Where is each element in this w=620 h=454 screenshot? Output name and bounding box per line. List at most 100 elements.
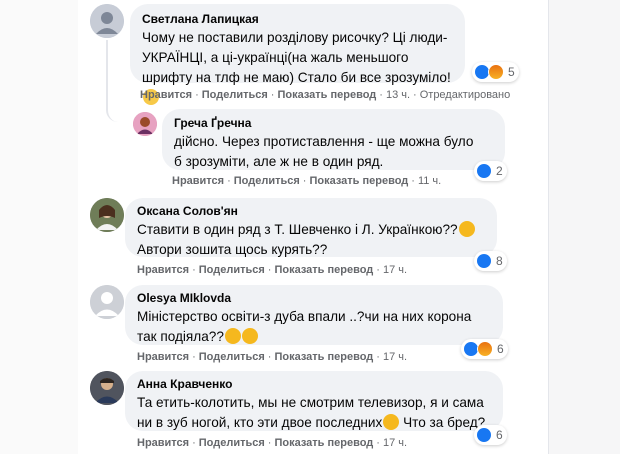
reaction-summary[interactable]: 8: [474, 251, 507, 271]
reaction-summary[interactable]: 5: [472, 62, 519, 82]
avatar-image: [90, 4, 124, 38]
reaction-count: 2: [496, 164, 503, 178]
comment-line: Чому не поставили розділову рисочку? Ці …: [142, 30, 448, 45]
comment-author[interactable]: Анна Кравченко: [137, 376, 491, 392]
avatar[interactable]: [90, 4, 124, 38]
confused-emoji-icon: [241, 328, 258, 344]
separator: ·: [227, 175, 231, 187]
comment-author[interactable]: Olesya MIklovda: [137, 290, 491, 306]
like-button[interactable]: Нравится: [172, 175, 224, 187]
avatar-image: [133, 112, 157, 136]
separator: ·: [376, 264, 380, 276]
comment-actions: Нравится · Поделиться · Показать перевод · 13 …: [140, 89, 510, 101]
reaction-count: 5: [508, 65, 515, 79]
comment-line: шрифту на тлф не маю) Стало би все зрозу…: [142, 68, 453, 108]
woman-shrugging-emoji-icon: [383, 414, 400, 430]
comment-author[interactable]: Оксана Солов'ян: [137, 203, 485, 219]
comment-actions: Нравится · Поделиться · Показать перевод · 11 …: [172, 175, 441, 187]
separator: ·: [267, 264, 272, 276]
comment-line: Автори зошита щось курять??: [137, 242, 328, 257]
like-button[interactable]: Нравится: [137, 351, 189, 363]
timestamp[interactable]: 17 ч.: [383, 437, 407, 449]
comment-bubble: Греча Ґречна дійсно. Через протиставленн…: [162, 109, 505, 170]
separator: ·: [267, 437, 272, 449]
angry-icon: [488, 64, 504, 80]
confused-emoji-icon: [224, 328, 241, 344]
comment-text: дійсно. Через протиставлення - ще можна …: [174, 132, 493, 172]
timestamp[interactable]: 17 ч.: [383, 264, 407, 276]
separator: ·: [411, 175, 415, 187]
reaction-summary[interactable]: 6: [461, 339, 508, 359]
comment-bubble: Оксана Солов'ян Ставити в один ряд з Т. …: [125, 198, 497, 257]
comment-line-text: Ставити в один ряд з Т. Шевченко і Л. Ук…: [137, 222, 458, 237]
share-button[interactable]: Поделиться: [234, 175, 300, 187]
comment-line: ни в зуб ногой, кто эти двое последних Ч…: [137, 413, 491, 433]
like-icon: [476, 427, 492, 443]
comment-line-text: шрифту на тлф не маю) Стало би все зрозу…: [142, 70, 451, 85]
timestamp[interactable]: 17 ч.: [383, 351, 407, 363]
separator: ·: [302, 175, 307, 187]
like-icon: [476, 163, 492, 179]
comment-line-text: так подіяла??: [137, 329, 224, 344]
comment-text: Ставити в один ряд з Т. Шевченко і Л. Ук…: [137, 220, 485, 260]
comment-line: Ставити в один ряд з Т. Шевченко і Л. Ук…: [137, 220, 485, 240]
comment-bubble: Анна Кравченко Та етить-колотить, мы не …: [125, 371, 503, 431]
comment-actions: Нравится · Поделиться · Показать перевод · 17 …: [137, 264, 407, 276]
separator: ·: [413, 89, 417, 101]
separator: ·: [267, 351, 272, 363]
like-button[interactable]: Нравится: [140, 89, 192, 101]
right-background: [548, 0, 620, 454]
avatar[interactable]: [133, 112, 157, 136]
comment-bubble: Olesya MIklovda Міністерство освіти-з ду…: [125, 285, 503, 345]
translate-button[interactable]: Показать перевод: [274, 351, 373, 363]
comment-bubble: Светлана Лапицкая Чому не поставили розд…: [130, 4, 465, 105]
translate-button[interactable]: Показать перевод: [274, 437, 373, 449]
translate-button[interactable]: Показать перевод: [274, 264, 373, 276]
comment-line: УКРАЇНЦІ, а ці-українці(на жаль меньшого: [142, 50, 409, 65]
translate-button[interactable]: Показать перевод: [309, 175, 408, 187]
avatar[interactable]: [90, 285, 124, 319]
reaction-summary[interactable]: 6: [474, 425, 507, 445]
translate-button[interactable]: Показать перевод: [277, 89, 376, 101]
comment-actions: Нравится · Поделиться · Показать перевод · 17 …: [137, 351, 407, 363]
timestamp[interactable]: 11 ч.: [418, 175, 441, 187]
avatar-image: [90, 371, 124, 405]
divider: [548, 0, 549, 454]
share-button[interactable]: Поделиться: [199, 351, 265, 363]
share-button[interactable]: Поделиться: [202, 89, 268, 101]
separator: ·: [379, 89, 383, 101]
separator: ·: [270, 89, 275, 101]
separator: ·: [192, 351, 196, 363]
separator: ·: [376, 351, 380, 363]
separator: ·: [195, 89, 199, 101]
comment-line: так подіяла??: [137, 327, 491, 347]
separator: ·: [192, 264, 196, 276]
share-button[interactable]: Поделиться: [199, 264, 265, 276]
separator: ·: [192, 437, 196, 449]
share-button[interactable]: Поделиться: [199, 437, 265, 449]
like-button[interactable]: Нравится: [137, 264, 189, 276]
comment-text: Міністерство освіти-з дуба впали ..?чи н…: [137, 307, 491, 347]
comment-author[interactable]: Греча Ґречна: [174, 115, 493, 131]
reaction-summary[interactable]: 2: [474, 161, 507, 181]
timestamp[interactable]: 13 ч.: [386, 89, 410, 101]
avatar-image: [90, 285, 124, 319]
left-background: [0, 0, 78, 454]
avatar[interactable]: [90, 198, 124, 232]
reply-thread-line: [106, 40, 130, 122]
avatar-image: [90, 198, 124, 232]
comment-line: Міністерство освіти-з дуба впали ..?чи н…: [137, 309, 472, 324]
comment-line: б зрозуміти, але ж не в один ряд.: [174, 154, 384, 169]
comment-line-text: ни в зуб ногой, кто эти двое последних: [137, 415, 383, 430]
like-icon: [476, 253, 492, 269]
comment-text: Та етить-колотить, мы не смотрим телевиз…: [137, 393, 491, 433]
separator: ·: [376, 437, 380, 449]
like-button[interactable]: Нравится: [137, 437, 189, 449]
comment-actions: Нравится · Поделиться · Показать перевод · 17 …: [137, 437, 407, 449]
avatar[interactable]: [90, 371, 124, 405]
edited-label: Отредактировано: [419, 89, 511, 101]
comment-author[interactable]: Светлана Лапицкая: [142, 11, 453, 27]
reaction-count: 6: [496, 428, 503, 442]
comment-line: дійсно. Через протиставлення - ще можна …: [174, 134, 474, 149]
reaction-count: 8: [496, 254, 503, 268]
